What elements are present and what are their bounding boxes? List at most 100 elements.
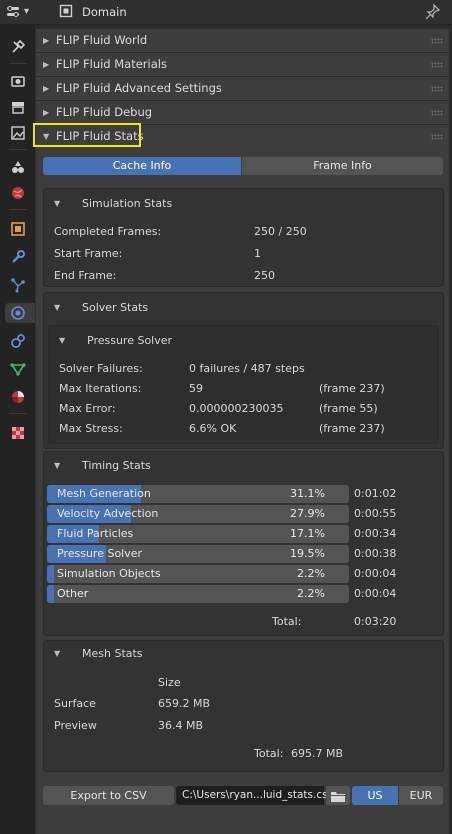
locale-eur-label: EUR [409,789,433,802]
constraint-icon [11,334,25,348]
timing-bar: Fluid Particles 17.1% [47,525,349,543]
tab-tool[interactable] [8,37,28,57]
section-title: Solver Stats [82,301,149,314]
timing-time: 0:00:04 [354,587,397,600]
properties-editor-icon [7,6,19,17]
drag-grip-icon[interactable] [431,86,443,92]
timing-label: Simulation Objects [57,567,161,580]
wrench-icon [12,250,25,263]
highlight-box [33,123,141,147]
locale-eur-button[interactable]: EUR [399,786,443,805]
tab-data[interactable] [8,359,28,379]
panel-flip-fluid-advanced-settings[interactable]: ▶ FLIP Fluid Advanced Settings [36,77,449,101]
domain-object-icon [59,4,73,18]
expanded-arrow-icon: ▼ [54,199,61,208]
output-icon [12,102,24,114]
timing-percent: 19.5% [290,547,325,560]
particles-icon [11,278,25,293]
section-title: Mesh Stats [82,647,143,660]
panel-flip-fluid-world[interactable]: ▶ FLIP Fluid World [36,29,449,53]
timing-bar: Mesh Generation 31.1% [47,485,349,503]
csv-path-field[interactable]: C:\Users\ryan...luid_stats.csv [176,786,334,805]
object-icon [11,222,25,236]
browse-folder-button[interactable] [326,786,350,805]
panel-collapsed-icon: ▶ [43,108,50,117]
scene-icon [12,161,24,173]
tab-physics[interactable] [5,303,35,323]
tab-modifiers[interactable] [8,247,28,267]
panel-title: FLIP Fluid Materials [56,57,167,71]
stat-value: 6.6% OK [189,422,237,435]
timing-label: Other [57,587,89,600]
view-layer-icon [11,126,25,140]
timing-percent: 27.9% [290,507,325,520]
stat-label: Max Error: [59,402,116,415]
tab-view-layer[interactable] [8,123,28,143]
drag-grip-icon[interactable] [431,62,443,68]
timing-time: 0:00:04 [354,567,397,580]
tab-material[interactable] [8,387,28,407]
stat-frame: (frame 237) [319,422,385,435]
panel-flip-fluid-materials[interactable]: ▶ FLIP Fluid Materials [36,53,449,77]
drag-grip-icon[interactable] [431,38,443,44]
tab-cache-info[interactable]: Cache Info [43,157,241,175]
world-icon [12,187,24,199]
timing-label: Velocity Advection [57,507,159,520]
drag-grip-icon[interactable] [431,134,443,140]
properties-tab-bar [0,25,35,834]
tab-world[interactable] [8,183,28,203]
mesh-label: Surface [54,697,96,710]
texture-icon [12,427,24,439]
timing-label: Pressure Solver [57,547,143,560]
tab-output[interactable] [8,97,28,117]
stat-label: Solver Failures: [59,362,143,375]
editor-type-button[interactable]: ▾ [4,3,42,21]
timing-total-label: Total: [272,615,302,628]
tab-frame-info[interactable]: Frame Info [242,157,443,175]
timing-percent: 17.1% [290,527,325,540]
drag-grip-icon[interactable] [431,110,443,116]
panel-flip-fluid-debug[interactable]: ▶ FLIP Fluid Debug [36,101,449,125]
timing-stats-box [43,451,444,636]
expanded-arrow-icon: ▼ [54,461,61,470]
timing-bar: Pressure Solver 19.5% [47,545,349,563]
timing-label: Mesh Generation [57,487,151,500]
stat-value: 250 / 250 [254,225,307,238]
timing-label: Fluid Particles [57,527,134,540]
mesh-total-label: Total: [254,747,284,760]
stat-frame: (frame 237) [319,382,385,395]
tab-texture[interactable] [8,423,28,443]
panel-collapsed-icon: ▶ [43,36,50,45]
tab-constraints[interactable] [8,331,28,351]
mesh-total-value: 695.7 MB [291,747,344,760]
timing-bar-fill [47,565,54,583]
tab-object[interactable] [8,219,28,239]
properties-header: ▾ Domain [0,0,452,25]
locale-us-button[interactable]: US [352,786,398,805]
stat-value: 59 [189,382,203,395]
timing-time: 0:01:02 [354,487,397,500]
tab-particles[interactable] [8,275,28,295]
chevron-down-icon: ▾ [24,6,30,17]
stat-frame: (frame 55) [319,402,378,415]
timing-percent: 31.1% [290,487,325,500]
pin-icon[interactable] [425,3,441,21]
timing-time: 0:00:38 [354,547,397,560]
timing-bar: Velocity Advection 27.9% [47,505,349,523]
stat-value: 1 [254,247,261,260]
stat-label: Max Stress: [59,422,123,435]
stat-value: 0 failures / 487 steps [189,362,305,375]
tab-scene[interactable] [8,157,28,177]
timing-time: 0:00:55 [354,507,397,520]
export-csv-button[interactable]: Export to CSV [43,786,174,805]
section-title: Timing Stats [82,459,151,472]
mesh-value: 659.2 MB [158,697,211,710]
material-icon [12,391,24,403]
panel-title: FLIP Fluid World [56,33,148,47]
tab-render[interactable] [8,71,28,91]
locale-us-label: US [367,789,383,802]
timing-percent: 2.2% [297,567,325,580]
expanded-arrow-icon: ▼ [59,336,66,345]
context-label: Domain [82,5,127,19]
timing-bar-fill [47,585,54,603]
